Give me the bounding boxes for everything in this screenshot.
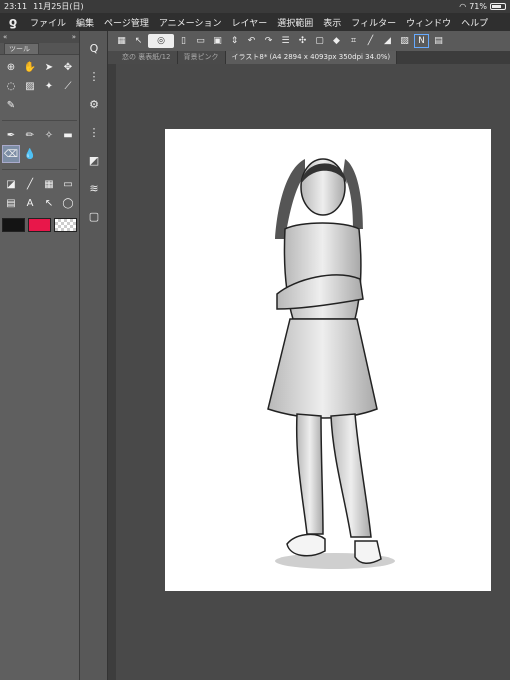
eraser-icon[interactable]: ⌫ (2, 145, 20, 163)
menu-animation[interactable]: アニメーション (155, 16, 228, 29)
eyedropper-icon[interactable]: ⟋ (59, 77, 77, 95)
fit-icon[interactable]: ▢ (312, 34, 327, 48)
tab-tool-label: ツール (9, 45, 30, 53)
menu-page[interactable]: ページ管理 (100, 16, 155, 29)
divider (2, 120, 77, 121)
text-icon[interactable]: A (21, 194, 39, 212)
open-file-icon[interactable]: ▭ (193, 34, 208, 48)
sub-color-swatch[interactable] (28, 218, 51, 232)
pointer-icon[interactable]: ↖ (131, 34, 146, 48)
lasso-tool-icon[interactable]: ◌ (2, 77, 20, 95)
airbrush-icon[interactable]: ✧ (40, 126, 58, 144)
gradation-icon[interactable]: ▦ (40, 175, 58, 193)
menu-file[interactable]: ファイル (26, 16, 72, 29)
menu-window[interactable]: ウィンドウ (402, 16, 457, 29)
menu-help[interactable]: ヘルプ (457, 16, 494, 29)
figure-illustration (267, 158, 395, 569)
sub-tool-zoom-icon[interactable]: Q (83, 37, 105, 59)
transparent-color-swatch[interactable] (54, 218, 77, 232)
correct-line-icon[interactable]: ↖ (40, 194, 58, 212)
command-bar: ▦ ↖ ◎ ▯ ▭ ▣ ⇕ ↶ ↷ ☰ ✣ ▢ ◆ ⌗ ╱ ◢ ▨ N ▤ (108, 31, 510, 51)
collapse-right-icon[interactable]: » (72, 33, 76, 41)
main-color-swatch[interactable] (2, 218, 25, 232)
battery-icon (490, 3, 506, 10)
wifi-icon: ◠ (459, 2, 467, 11)
transform-icon[interactable]: ✣ (295, 34, 310, 48)
stepper-icon[interactable]: ⇕ (227, 34, 242, 48)
save-icon[interactable]: ▣ (210, 34, 225, 48)
balloon-icon[interactable]: ◯ (59, 194, 77, 212)
grid-icon[interactable]: ▦ (114, 34, 129, 48)
sub-tool-color-icon[interactable]: ◩ (83, 149, 105, 171)
doc-tab[interactable]: 背景ピンク (177, 51, 226, 64)
snap-icon[interactable]: N (414, 34, 429, 48)
tool-grid: ⊕ ✋ ➤ ✥ ◌ ▨ ✦ ⟋ ✎ (0, 55, 79, 118)
layers-icon[interactable]: ≋ (83, 177, 105, 199)
battery-percent: 71% (469, 2, 487, 11)
tab-tool[interactable]: ツール (4, 43, 39, 54)
auto-select-icon[interactable]: ✦ (40, 77, 58, 95)
hand-tool-icon[interactable]: ✋ (21, 58, 39, 76)
fill-bucket-icon[interactable]: ◆ (329, 34, 344, 48)
spiral-icon[interactable]: ◎ (148, 34, 174, 48)
tool-tab-bar: ツール (0, 43, 79, 55)
panel-header: « » (0, 31, 79, 43)
document-tabs: 恋の 裏表紙/12 背景ピンク イラスト8* (A4 2894 x 4093px… (116, 51, 510, 64)
gradient-tool-icon[interactable]: ▨ (21, 77, 39, 95)
menu-layer[interactable]: レイヤー (228, 16, 274, 29)
pencil-icon[interactable]: ✏ (21, 126, 39, 144)
status-time: 23:11 (4, 2, 28, 11)
status-date: 11月25日(日) (33, 2, 84, 11)
color-swatches (0, 216, 79, 234)
layer-property-icon[interactable]: ▢ (83, 205, 105, 227)
sub-tool-panel: Q ⋮ ⚙ ⋮ ◩ ≋ ▢ (80, 31, 108, 680)
tool-panel: « » ツール ⊕ ✋ ➤ ✥ ◌ ▨ ✦ ⟋ ✎ ✒ ✏ ✧ ▬ ⌫ 💧 ◪ … (0, 31, 80, 680)
collapse-left-icon[interactable]: « (3, 33, 7, 41)
doc-tab-active[interactable]: イラスト8* (A4 2894 x 4093px 350dpi 34.0%) (225, 51, 398, 64)
hatch-icon[interactable]: ▨ (397, 34, 412, 48)
frame-icon[interactable]: ▭ (59, 175, 77, 193)
canvas-scrollbar[interactable] (108, 64, 116, 680)
app-logo-icon[interactable]: ƍ (0, 15, 26, 29)
pen-icon[interactable]: ✒ (2, 126, 20, 144)
tool-grid-3: ◪ ╱ ▦ ▭ ▤ A ↖ ◯ (0, 172, 79, 216)
menu-edit[interactable]: 編集 (72, 16, 100, 29)
blend-icon[interactable]: 💧 (21, 145, 39, 163)
operation-tool-icon[interactable]: ➤ (40, 58, 58, 76)
menu-filter[interactable]: フィルター (347, 16, 402, 29)
menu-view[interactable]: 表示 (319, 16, 347, 29)
zoom-tool-icon[interactable]: ⊕ (2, 58, 20, 76)
menu-selection[interactable]: 選択範囲 (273, 16, 319, 29)
sub-tool-eraser-icon[interactable]: ⋮ (83, 65, 105, 87)
divider (2, 169, 77, 170)
move-layer-icon[interactable]: ✥ (59, 58, 77, 76)
status-bar: 23:11 11月25日(日) ◠ 71% (0, 0, 510, 13)
menu-bar: ƍ ファイル 編集 ページ管理 アニメーション レイヤー 選択範囲 表示 フィル… (0, 13, 510, 31)
ruler-icon[interactable]: ▤ (2, 194, 20, 212)
undo-icon[interactable]: ↶ (244, 34, 259, 48)
figure-icon[interactable]: ╱ (21, 175, 39, 193)
redo-icon[interactable]: ↷ (261, 34, 276, 48)
sub-tool-more-icon[interactable]: ⋮ (83, 121, 105, 143)
menu-icon[interactable]: ☰ (278, 34, 293, 48)
line-icon[interactable]: ╱ (363, 34, 378, 48)
tool-grid-2: ✒ ✏ ✧ ▬ ⌫ 💧 (0, 123, 79, 167)
fill-icon[interactable]: ◪ (2, 175, 20, 193)
sub-tool-settings-icon[interactable]: ⚙ (83, 93, 105, 115)
new-file-icon[interactable]: ▯ (176, 34, 191, 48)
crop-icon[interactable]: ⌗ (346, 34, 361, 48)
canvas-paper[interactable] (165, 129, 491, 591)
gradient-icon[interactable]: ◢ (380, 34, 395, 48)
ruler-snap-icon[interactable]: ▤ (431, 34, 446, 48)
doc-tab[interactable]: 恋の 裏表紙/12 (116, 51, 178, 64)
decoration-icon[interactable]: ▬ (59, 126, 77, 144)
pen-tool-icon[interactable]: ✎ (2, 96, 20, 114)
